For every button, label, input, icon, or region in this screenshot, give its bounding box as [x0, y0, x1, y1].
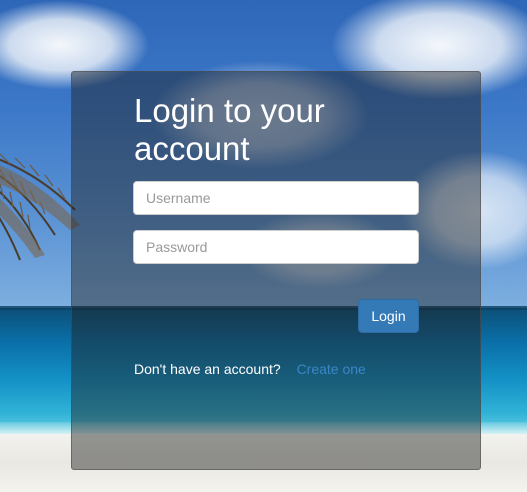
signup-row: Don't have an account? Create one [134, 361, 366, 377]
login-button[interactable]: Login [358, 299, 419, 333]
login-panel: Login to your account Login Don't have a… [71, 71, 481, 470]
signup-prompt: Don't have an account? [134, 361, 281, 377]
password-input[interactable] [133, 230, 419, 264]
page-title: Login to your account [134, 92, 325, 167]
create-account-link[interactable]: Create one [297, 361, 366, 377]
username-input[interactable] [133, 181, 419, 215]
